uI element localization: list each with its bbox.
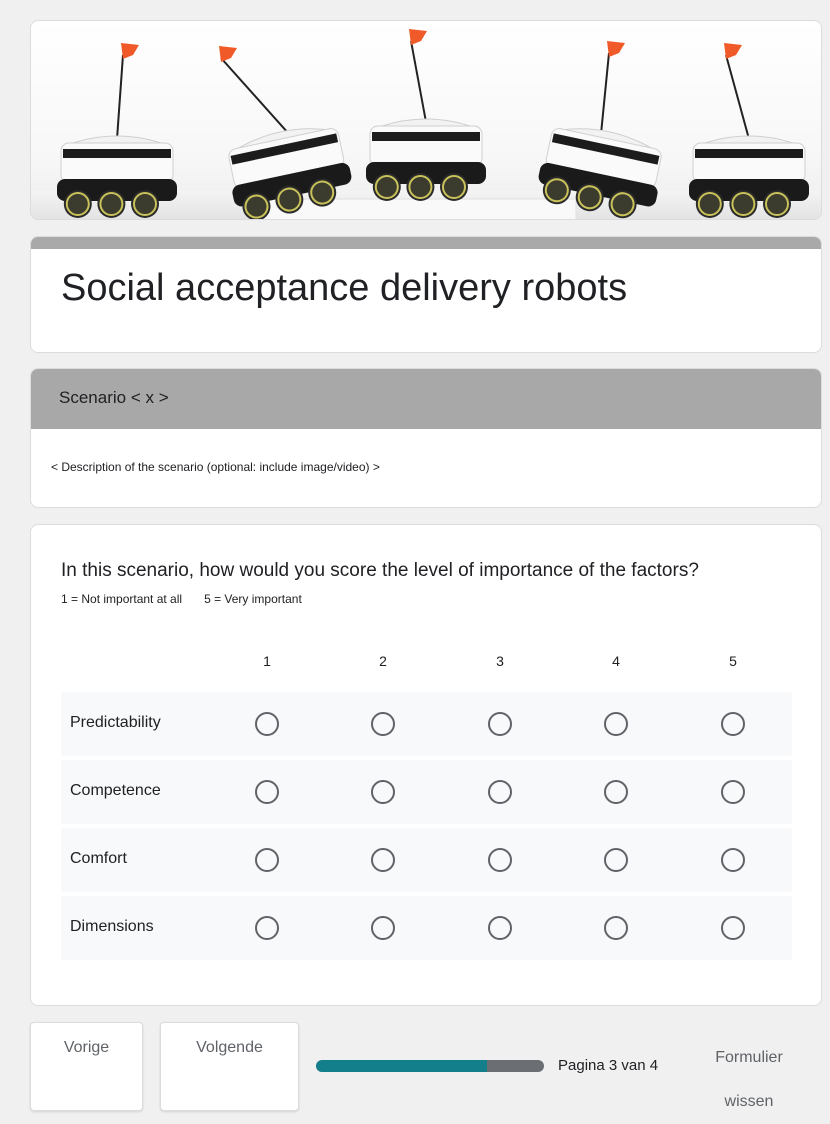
- row-label: Predictability: [70, 714, 161, 731]
- radio-dimensions-3[interactable]: [488, 916, 512, 940]
- scale-low-label: 1 = Not important at all: [61, 592, 183, 606]
- column-header: 2: [379, 653, 387, 669]
- radio-competence-3[interactable]: [488, 780, 512, 804]
- radio-comfort-3[interactable]: [488, 848, 512, 872]
- column-header: 1: [263, 653, 271, 669]
- radio-predictability-4[interactable]: [604, 712, 628, 736]
- question-card: In this scenario, how would you score th…: [30, 524, 822, 1006]
- section-card: Scenario < x > < Description of the scen…: [30, 368, 822, 508]
- radio-comfort-2[interactable]: [371, 848, 395, 872]
- progress-bar-fill: [316, 1060, 487, 1072]
- previous-button-label: Vorige: [63, 1039, 110, 1056]
- radio-competence-4[interactable]: [604, 780, 628, 804]
- row-label: Competence: [70, 782, 161, 799]
- radio-dimensions-5[interactable]: [721, 916, 745, 940]
- next-button[interactable]: Volgende: [160, 1022, 299, 1111]
- scale-high-label: 5 = Very important: [204, 592, 302, 606]
- grid-row-comfort: Comfort: [61, 828, 792, 892]
- delivery-robot: [219, 46, 352, 219]
- previous-button[interactable]: Vorige: [30, 1022, 143, 1111]
- section-description: < Description of the scenario (optional:…: [51, 460, 380, 474]
- clear-form-button[interactable]: Formulier wissen: [700, 1036, 798, 1124]
- radio-dimensions-1[interactable]: [255, 916, 279, 940]
- header-banner-image: [30, 20, 822, 220]
- radio-comfort-5[interactable]: [721, 848, 745, 872]
- radio-competence-2[interactable]: [371, 780, 395, 804]
- question-scale-help: 1 = Not important at all 5 = Very importa…: [61, 592, 302, 606]
- delivery-robot: [538, 41, 662, 219]
- radio-dimensions-4[interactable]: [604, 916, 628, 940]
- delivery-robot: [366, 29, 486, 201]
- question-text: In this scenario, how would you score th…: [61, 560, 699, 581]
- radio-comfort-4[interactable]: [604, 848, 628, 872]
- page-indicator: Pagina 3 van 4: [558, 1057, 659, 1074]
- row-label: Comfort: [70, 850, 127, 867]
- grid-row-predictability: Predictability: [61, 692, 792, 756]
- column-header: 3: [496, 653, 504, 669]
- radio-predictability-5[interactable]: [721, 712, 745, 736]
- radio-predictability-2[interactable]: [371, 712, 395, 736]
- radio-dimensions-2[interactable]: [371, 916, 395, 940]
- delivery-robot: [57, 43, 177, 218]
- column-header: 5: [729, 653, 737, 669]
- title-accent-bar: [31, 237, 821, 249]
- radio-predictability-1[interactable]: [255, 712, 279, 736]
- radio-comfort-1[interactable]: [255, 848, 279, 872]
- column-header: 4: [612, 653, 620, 669]
- grid-row-dimensions: Dimensions: [61, 896, 792, 960]
- radio-predictability-3[interactable]: [488, 712, 512, 736]
- delivery-robots-illustration: [31, 29, 821, 219]
- delivery-robot: [689, 43, 809, 218]
- section-title: Scenario < x >: [59, 388, 169, 407]
- section-header: Scenario < x >: [31, 369, 821, 429]
- radio-competence-1[interactable]: [255, 780, 279, 804]
- grid-row-competence: Competence: [61, 760, 792, 824]
- progress-bar: [316, 1060, 544, 1072]
- form-title: Social acceptance delivery robots: [61, 267, 628, 309]
- radio-competence-5[interactable]: [721, 780, 745, 804]
- next-button-label: Volgende: [196, 1039, 263, 1056]
- row-label: Dimensions: [70, 918, 154, 935]
- form-title-card: Social acceptance delivery robots: [30, 236, 822, 353]
